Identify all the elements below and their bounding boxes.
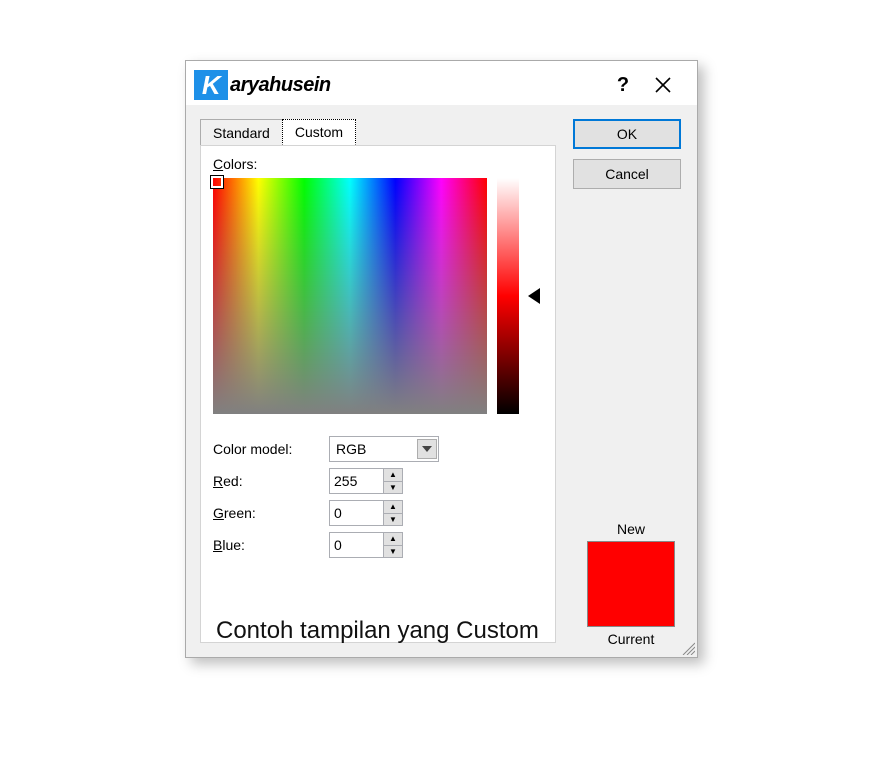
cancel-button[interactable]: Cancel xyxy=(573,159,681,189)
luminance-slider[interactable] xyxy=(497,178,519,414)
blue-input[interactable]: 0 xyxy=(329,532,383,558)
swatch-new xyxy=(588,542,674,584)
color-saturation-field[interactable] xyxy=(213,178,487,414)
blue-spin-down[interactable]: ▼ xyxy=(384,546,402,558)
red-spin-up[interactable]: ▲ xyxy=(384,469,402,482)
color-dialog: K aryahusein ? OK Cancel Standard Custom xyxy=(185,60,698,658)
tab-custom[interactable]: Custom xyxy=(282,119,356,145)
resize-grip-icon[interactable] xyxy=(679,639,695,655)
preview-swatch xyxy=(587,541,675,627)
red-spin-down[interactable]: ▼ xyxy=(384,482,402,494)
titlebar: K aryahusein ? xyxy=(186,61,697,105)
color-field-cursor[interactable] xyxy=(211,176,223,188)
tab-standard[interactable]: Standard xyxy=(200,119,282,145)
red-input[interactable]: 255 xyxy=(329,468,383,494)
dialog-title: K aryahusein xyxy=(194,70,331,100)
green-spin-down[interactable]: ▼ xyxy=(384,514,402,526)
chevron-down-icon xyxy=(417,439,437,459)
red-label: Red: xyxy=(213,473,329,489)
logo-k-icon: K xyxy=(194,70,228,100)
color-model-value: RGB xyxy=(336,441,366,457)
colors-label: Colors: xyxy=(213,156,543,172)
ok-button[interactable]: OK xyxy=(573,119,681,149)
blue-label: Blue: xyxy=(213,537,329,553)
current-label: Current xyxy=(587,631,675,647)
tabstrip: Standard Custom xyxy=(200,119,356,145)
annotation-caption: Contoh tampilan yang Custom xyxy=(216,617,539,645)
new-label: New xyxy=(587,521,675,537)
luminance-slider-thumb[interactable] xyxy=(528,288,540,304)
green-label: Green: xyxy=(213,505,329,521)
color-model-select[interactable]: RGB xyxy=(329,436,439,462)
green-spin-up[interactable]: ▲ xyxy=(384,501,402,514)
help-button[interactable]: ? xyxy=(603,74,643,97)
color-model-label: Color model: xyxy=(213,441,329,457)
dialog-title-text: aryahusein xyxy=(230,74,331,97)
close-button[interactable] xyxy=(643,76,683,94)
color-preview: New xyxy=(587,521,675,627)
green-input[interactable]: 0 xyxy=(329,500,383,526)
tab-panel-custom: Colors: Color model: RGB xyxy=(200,145,556,643)
swatch-current xyxy=(588,584,674,626)
close-icon xyxy=(654,76,672,94)
blue-spin-up[interactable]: ▲ xyxy=(384,533,402,546)
